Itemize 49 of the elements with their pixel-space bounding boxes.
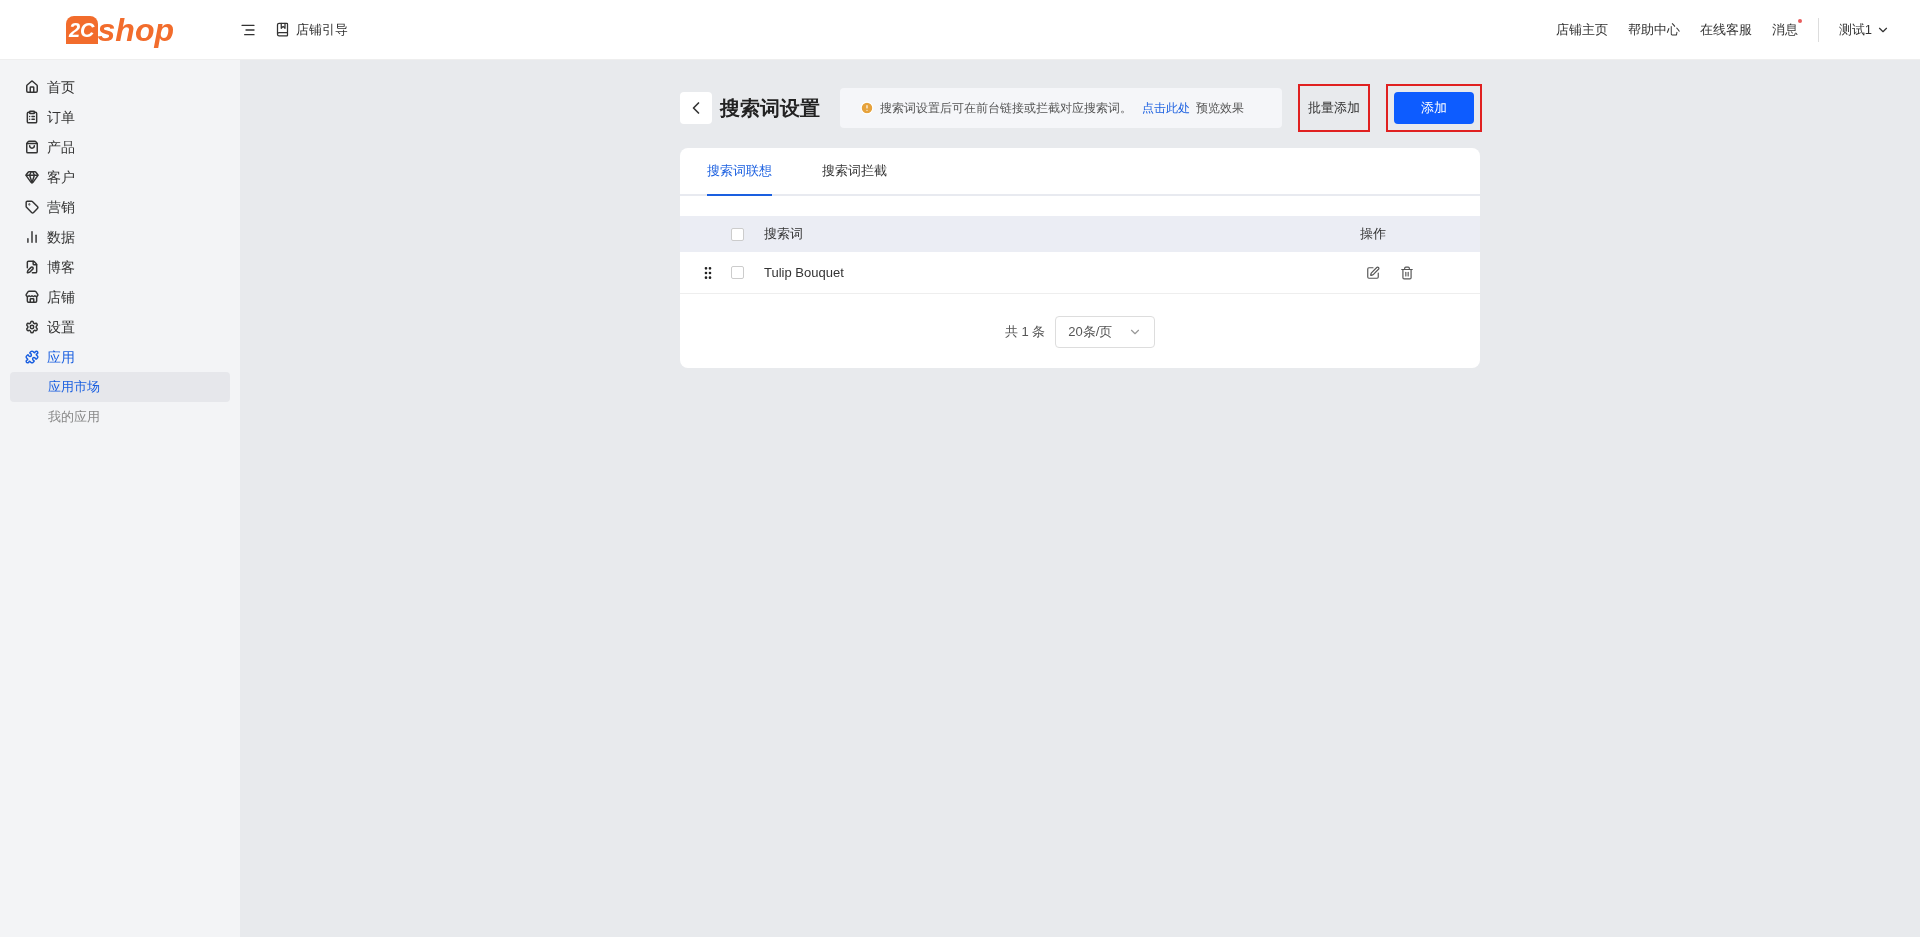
sidebar-item[interactable]: 数据 xyxy=(10,222,230,252)
sidebar-item[interactable]: 设置 xyxy=(10,312,230,342)
notice-text: 搜索词设置后可在前台链接或拦截对应搜索词。 xyxy=(880,100,1132,117)
checkbox[interactable] xyxy=(731,227,744,241)
logo-mark: 2C xyxy=(66,15,98,44)
delete-icon[interactable] xyxy=(1400,265,1414,280)
sidebar-item[interactable]: 订单 xyxy=(10,102,230,132)
batch-add-button[interactable]: 批量添加 xyxy=(1306,92,1362,124)
column-header: 操作 xyxy=(1360,225,1387,244)
sidebar-item[interactable]: 博客 xyxy=(10,252,230,282)
sidebar-item[interactable]: 产品 xyxy=(10,132,230,162)
header-link[interactable]: 帮助中心 xyxy=(1627,19,1680,40)
page-size-select[interactable]: 20条/页 xyxy=(1055,316,1156,348)
book-icon xyxy=(275,22,290,37)
sidebar-item[interactable]: 应用 xyxy=(10,342,230,372)
page-title: 搜索词设置 xyxy=(720,96,820,121)
edit-icon[interactable] xyxy=(1366,265,1380,280)
clipboard-icon xyxy=(25,110,39,124)
column-header: 搜索词 xyxy=(764,225,804,244)
user-menu[interactable]: 测试1 xyxy=(1838,19,1890,40)
shopping-bag-icon xyxy=(25,140,39,154)
notice-suffix: 预览效果 xyxy=(1196,100,1244,117)
messages-link[interactable]: 消息 xyxy=(1771,19,1798,40)
sidebar-item[interactable]: 客户 xyxy=(10,162,230,192)
tag-icon xyxy=(25,200,39,214)
sidebar-item[interactable]: 营销 xyxy=(10,192,230,222)
warning-icon xyxy=(860,101,874,115)
total-count: 共 1 条 xyxy=(1004,323,1046,342)
logo-text: shop xyxy=(97,13,174,46)
settings-icon xyxy=(25,320,39,334)
store-icon xyxy=(25,290,39,304)
sidebar-item[interactable]: 店铺 xyxy=(10,282,230,312)
tab[interactable]: 搜索词拦截 xyxy=(822,148,887,196)
puzzle-icon xyxy=(25,350,39,364)
bar-chart-icon xyxy=(25,230,39,244)
checkbox[interactable] xyxy=(731,266,744,279)
breadcrumb-link[interactable]: 店铺引导 xyxy=(296,19,348,40)
table-cell-text: Tulip Bouquet xyxy=(764,263,845,282)
preview-link[interactable]: 点击此处 xyxy=(1142,99,1190,117)
edit-note-icon xyxy=(25,260,39,274)
add-button[interactable]: 添加 xyxy=(1394,92,1474,124)
header-link[interactable]: 在线客服 xyxy=(1699,19,1752,40)
sidebar-subitem[interactable]: 应用市场 xyxy=(10,372,230,402)
gem-icon xyxy=(25,170,39,184)
tab[interactable]: 搜索词联想 xyxy=(707,148,772,196)
sidebar-item[interactable]: 首页 xyxy=(10,72,230,102)
header-link[interactable]: 店铺主页 xyxy=(1555,19,1608,40)
home-icon xyxy=(25,80,39,94)
collapse-button[interactable] xyxy=(680,92,712,124)
